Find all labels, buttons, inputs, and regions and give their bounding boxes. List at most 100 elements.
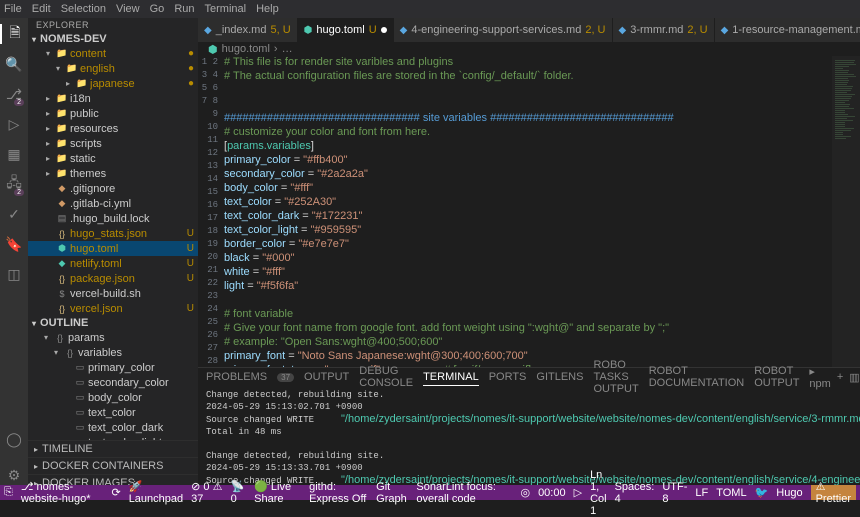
time[interactable]: 00:00 xyxy=(538,487,566,499)
menu-terminal[interactable]: Terminal xyxy=(205,3,247,15)
tree-item[interactable]: ▸📁i18n xyxy=(28,91,198,106)
new-terminal-icon[interactable]: + xyxy=(837,371,843,383)
tree-item[interactable]: ▾📁content● xyxy=(28,46,198,61)
panel-tab-problems[interactable]: PROBLEMS xyxy=(206,369,267,385)
editor-tabs: ◆_index.md5, U⬢hugo.tomlU◆4-engineering-… xyxy=(198,18,860,42)
lang[interactable]: TOML xyxy=(716,487,746,499)
menu-go[interactable]: Go xyxy=(150,3,165,15)
tab-3-rmmr.md[interactable]: ◆3-rmmr.md2, U xyxy=(613,18,715,42)
launchpad[interactable]: 🚀 Launchpad xyxy=(129,480,183,505)
encoding[interactable]: UTF-8 xyxy=(662,481,687,505)
tree-item[interactable]: {}vercel.jsonU xyxy=(28,301,198,316)
outline-item[interactable]: ▾{}params xyxy=(28,330,198,345)
tree-item[interactable]: {}package.jsonU xyxy=(28,271,198,286)
sidebar-title: EXPLORER xyxy=(28,18,198,32)
tree-item[interactable]: ▾📁english● xyxy=(28,61,198,76)
tab-1-resource-management.md[interactable]: ◆1-resource-management.md9, U xyxy=(715,18,860,42)
section-timeline[interactable]: TIMELINE xyxy=(28,440,198,457)
file-tree: ▾📁content●▾📁english●▸📁japanese●▸📁i18n▸📁p… xyxy=(28,46,198,316)
menu-run[interactable]: Run xyxy=(174,3,194,15)
panel-tab-output[interactable]: OUTPUT xyxy=(304,369,349,385)
panel-tab-terminal[interactable]: TERMINAL xyxy=(423,369,479,386)
ports[interactable]: 📡 0 xyxy=(231,480,246,505)
tree-item[interactable]: ▸📁public xyxy=(28,106,198,121)
menubar: File Edit Selection View Go Run Terminal Help xyxy=(0,0,860,18)
tweet[interactable]: 🐦 xyxy=(755,486,769,499)
split-terminal-icon[interactable]: ▥ xyxy=(849,371,859,384)
sync[interactable]: ⟳ xyxy=(111,486,120,499)
breadcrumb-item: hugo.toml xyxy=(222,43,270,55)
scm-icon[interactable]: ⎇2 xyxy=(4,84,24,104)
project-header[interactable]: NOMES-DEV xyxy=(28,32,198,46)
menu-selection[interactable]: Selection xyxy=(61,3,106,15)
githd[interactable]: githd: Express Off xyxy=(309,481,368,505)
outline-item[interactable]: ▭text_color xyxy=(28,405,198,420)
tree-item[interactable]: ⬢hugo.tomlU xyxy=(28,241,198,256)
git-graph[interactable]: Git Graph xyxy=(376,481,408,505)
radio[interactable]: ◎ xyxy=(520,486,530,499)
tree-item[interactable]: ▸📁themes xyxy=(28,166,198,181)
bookmark-icon[interactable]: 🔖 xyxy=(4,234,24,254)
eol[interactable]: LF xyxy=(695,487,708,499)
prettier[interactable]: ⚠ Prettier xyxy=(811,485,856,500)
panel-tab-ports[interactable]: PORTS xyxy=(489,369,527,385)
tree-item[interactable]: ◆netlify.tomlU xyxy=(28,256,198,271)
outline-item[interactable]: ▾{}variables xyxy=(28,345,198,360)
tree-item[interactable]: ▸📁japanese● xyxy=(28,76,198,91)
minimap[interactable] xyxy=(832,56,860,367)
run-debug-icon[interactable]: ▷ xyxy=(4,114,24,134)
gear-icon[interactable]: ⚙ xyxy=(4,465,24,485)
tab-hugo.toml[interactable]: ⬢hugo.tomlU xyxy=(298,18,394,42)
indent[interactable]: Spaces: 4 xyxy=(615,481,655,505)
tree-item[interactable]: $vercel-build.sh xyxy=(28,286,198,301)
tree-item[interactable]: ▸📁scripts xyxy=(28,136,198,151)
bottom-panel: PROBLEMS37OUTPUTDEBUG CONSOLETERMINALPOR… xyxy=(198,367,860,485)
errors[interactable]: ⊘ 0 ⚠ 37 xyxy=(191,480,223,505)
play[interactable]: ▷ xyxy=(574,486,582,499)
account-icon[interactable]: ◯ xyxy=(4,429,24,449)
tree-item[interactable]: {}hugo_stats.jsonU xyxy=(28,226,198,241)
file-icon: ⬢ xyxy=(208,43,218,56)
tree-item[interactable]: ◆.gitignore xyxy=(28,181,198,196)
menu-view[interactable]: View xyxy=(116,3,140,15)
chevron-right-icon: › xyxy=(274,43,278,55)
cursor-pos[interactable]: Ln 1, Col 1 xyxy=(590,469,607,517)
testing-icon[interactable]: ✓ xyxy=(4,204,24,224)
docker-icon[interactable]: ◫ xyxy=(4,264,24,284)
tree-item[interactable]: ▸📁static xyxy=(28,151,198,166)
sonarlint[interactable]: SonarLint focus: overall code xyxy=(416,481,512,505)
menu-help[interactable]: Help xyxy=(256,3,279,15)
panel-tabs: PROBLEMS37OUTPUTDEBUG CONSOLETERMINALPOR… xyxy=(198,368,860,386)
explorer-icon[interactable]: 🗎 xyxy=(0,24,28,44)
menu-file[interactable]: File xyxy=(4,3,22,15)
tab-_index.md[interactable]: ◆_index.md5, U xyxy=(198,18,298,42)
remote-indicator[interactable]: ⎘ xyxy=(4,486,13,499)
outline-item[interactable]: ▭secondary_color xyxy=(28,375,198,390)
remote-icon[interactable]: 🖧2 xyxy=(4,174,24,194)
editor-area: ◆_index.md5, U⬢hugo.tomlU◆4-engineering-… xyxy=(198,18,860,485)
tree-item[interactable]: ▸📁resources xyxy=(28,121,198,136)
menu-edit[interactable]: Edit xyxy=(32,3,51,15)
tree-item[interactable]: ◆.gitlab-ci.yml xyxy=(28,196,198,211)
tab-4-engineering-support-services.md[interactable]: ◆4-engineering-support-services.md2, U xyxy=(394,18,613,42)
panel-tab-gitlens[interactable]: GITLENS xyxy=(536,369,583,385)
branch[interactable]: ⎇ nomes-website-hugo* xyxy=(21,480,104,505)
live-share[interactable]: 🟢 Live Share xyxy=(254,480,301,505)
hugo[interactable]: Hugo xyxy=(776,487,802,499)
line-gutter: 1 2 3 4 5 6 7 8 9 10 11 12 13 14 15 16 1… xyxy=(198,56,224,367)
status-bar: ⎘⎇ nomes-website-hugo*⟳🚀 Launchpad⊘ 0 ⚠ … xyxy=(0,485,860,500)
breadcrumb[interactable]: ⬢ hugo.toml › … xyxy=(198,42,860,56)
outline-item[interactable]: ▭text_color_dark xyxy=(28,420,198,435)
editor[interactable]: 1 2 3 4 5 6 7 8 9 10 11 12 13 14 15 16 1… xyxy=(198,56,860,367)
code-content[interactable]: # This file is for render site varibles … xyxy=(224,56,832,367)
activity-bar: 🗎 🔍 ⎇2 ▷ ▦ 🖧2 ✓ 🔖 ◫ ◯ ⚙ xyxy=(0,18,28,485)
search-icon[interactable]: 🔍 xyxy=(4,54,24,74)
section-docker-containers[interactable]: DOCKER CONTAINERS xyxy=(28,457,198,474)
breadcrumb-item: … xyxy=(282,43,293,55)
outline-item[interactable]: ▭body_color xyxy=(28,390,198,405)
sidebar: EXPLORER NOMES-DEV ▾📁content●▾📁english●▸… xyxy=(28,18,198,485)
tree-item[interactable]: ▤.hugo_build.lock xyxy=(28,211,198,226)
outline-item[interactable]: ▭primary_color xyxy=(28,360,198,375)
extensions-icon[interactable]: ▦ xyxy=(4,144,24,164)
outline-header[interactable]: OUTLINE xyxy=(28,316,198,330)
